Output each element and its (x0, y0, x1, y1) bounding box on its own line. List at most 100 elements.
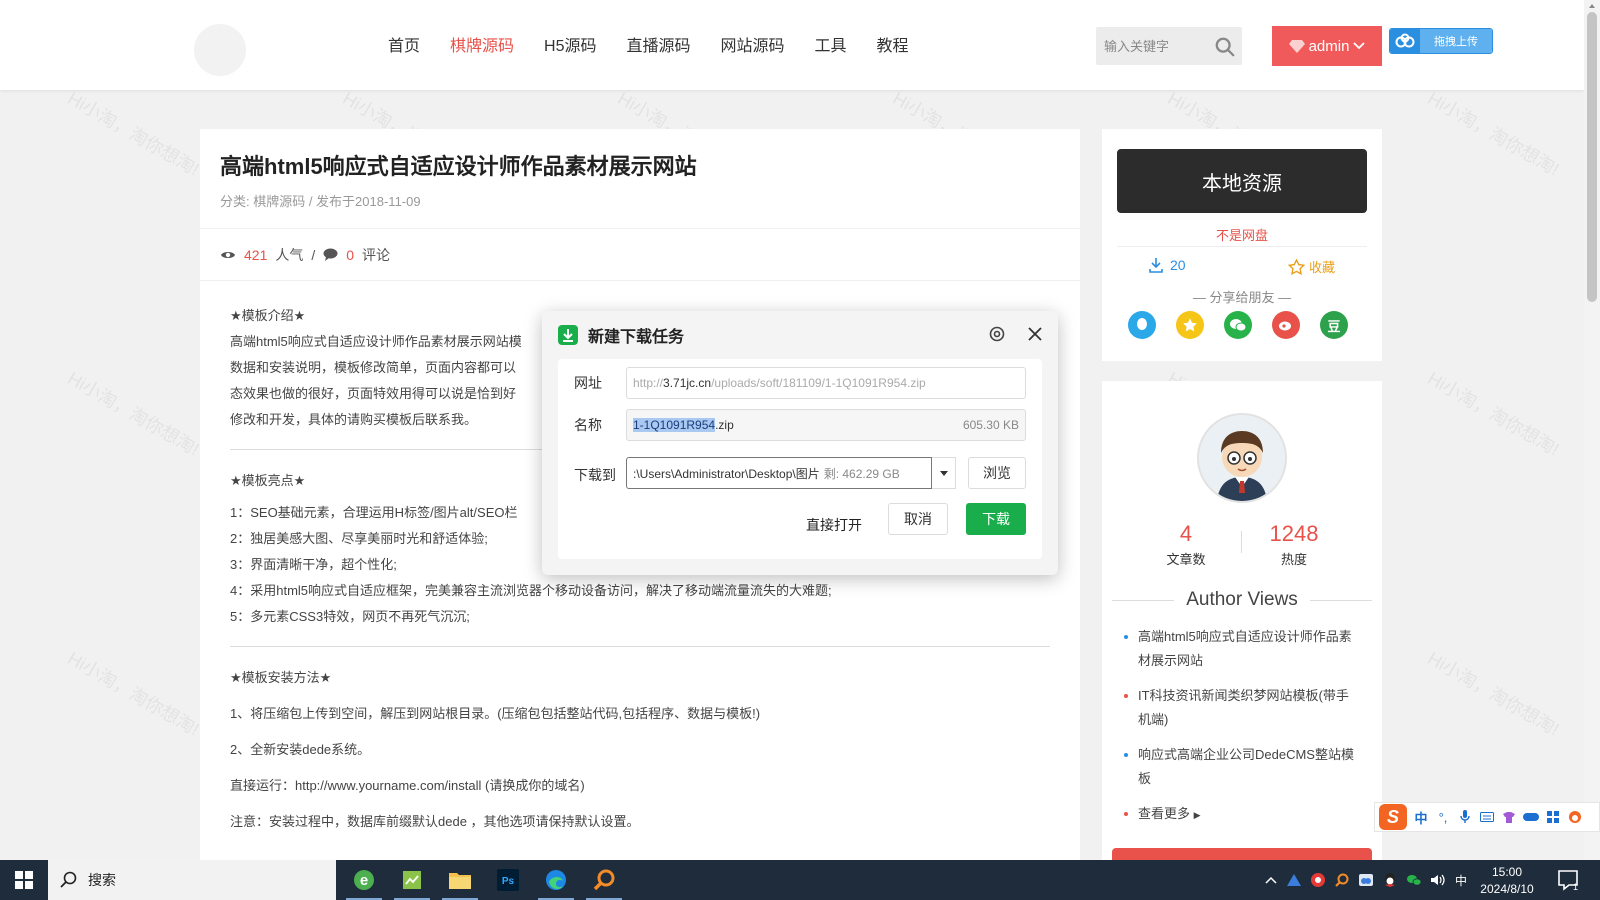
nav-item-live-source[interactable]: 直播源码 (627, 32, 691, 56)
photoshop-icon: Ps (497, 869, 519, 891)
divider (1117, 246, 1367, 247)
qq-share-icon[interactable] (1128, 311, 1156, 339)
download-icon (1149, 258, 1163, 273)
punctuation-icon[interactable]: °, (1435, 809, 1451, 825)
notification-center-icon[interactable]: 1 (1556, 868, 1580, 892)
list-item-label: 高端html5响应式自适应设计师作品素材展示网站 (1138, 629, 1352, 668)
tray-volume-icon[interactable] (1428, 860, 1448, 900)
magnifier-app-icon (593, 869, 615, 891)
save-path: :\Users\Administrator\Desktop\图片 (633, 466, 820, 481)
nav-item-home[interactable]: 首页 (388, 32, 420, 56)
taskbar-ie-browser[interactable]: e (340, 860, 388, 900)
local-resource-button[interactable]: 本地资源 (1117, 149, 1367, 213)
browse-button[interactable]: 浏览 (968, 457, 1026, 489)
scroll-up-arrow-icon[interactable] (1588, 2, 1596, 10)
bullet-dot (1124, 753, 1128, 757)
tray-security-icon[interactable] (1308, 860, 1328, 900)
views-count: 421 (244, 246, 268, 263)
taskbar-notepad[interactable] (388, 860, 436, 900)
author-heat-label: 热度 (1280, 552, 1307, 567)
nav-item-website-source[interactable]: 网站源码 (721, 32, 785, 56)
gamepad-icon[interactable] (1523, 809, 1539, 825)
author-heat-count: 1248 (1269, 521, 1319, 546)
wechat-share-icon[interactable] (1224, 311, 1252, 339)
url-label: 网址 (574, 375, 602, 391)
author-heat-stat: 1248 热度 (1254, 521, 1334, 568)
list-item[interactable]: IT科技资讯新闻类织梦网站模板(带手机端) (1120, 684, 1355, 732)
bullet-dot (1124, 694, 1128, 698)
ime-language-toggle[interactable]: 中 (1413, 809, 1429, 826)
filename-field[interactable]: 1-1Q1091R954 .zip 605.30 KB (626, 409, 1026, 441)
list-item-label: 响应式高端企业公司DedeCMS整站模板 (1138, 747, 1354, 786)
svg-text:1: 1 (1573, 882, 1578, 892)
user-menu-button[interactable]: admin (1272, 26, 1382, 66)
taskbar-file-explorer[interactable] (436, 860, 484, 900)
douban-share-icon[interactable]: 豆 (1320, 311, 1348, 339)
nav-item-h5-source[interactable]: H5源码 (544, 32, 596, 56)
author-views-title: Author Views (1186, 589, 1298, 610)
view-more-link[interactable]: 查看更多 ▶ (1120, 802, 1355, 827)
tray-wechat-icon[interactable] (1404, 860, 1424, 900)
save-path-field[interactable]: :\Users\Administrator\Desktop\图片 剩: 462.… (626, 457, 932, 489)
close-icon[interactable] (1026, 325, 1044, 343)
taskbar-search[interactable]: 搜索 (48, 860, 336, 900)
tray-cloud-icon[interactable] (1356, 860, 1376, 900)
tray-search-tool-icon[interactable] (1332, 860, 1352, 900)
taskbar-clock[interactable]: 15:00 2024/8/10 (1472, 864, 1542, 898)
grid-menu-icon[interactable] (1545, 809, 1561, 825)
scroll-thumb[interactable] (1587, 12, 1597, 302)
download-button[interactable]: 下载 (966, 503, 1026, 535)
list-item[interactable]: 高端html5响应式自适应设计师作品素材展示网站 (1120, 625, 1355, 673)
nav-item-chess-source[interactable]: 棋牌源码 (450, 32, 514, 56)
site-logo[interactable] (190, 20, 250, 80)
download-app-icon (558, 325, 578, 345)
caret-right-icon: ▶ (1193, 810, 1201, 820)
nav-item-tools[interactable]: 工具 (815, 32, 847, 56)
author-avatar[interactable] (1197, 413, 1287, 503)
folder-icon (449, 873, 471, 889)
free-space: 剩: 462.29 GB (823, 466, 900, 481)
download-count[interactable]: 20 (1148, 257, 1186, 273)
highlight-item: 5：多元素CSS3特效，网页不再死气沉沉; (230, 609, 470, 624)
search-input[interactable] (1096, 27, 1206, 65)
search-icon[interactable] (1214, 36, 1236, 58)
share-title: — 分享给朋友 — (1192, 290, 1292, 305)
start-button[interactable] (0, 860, 48, 900)
path-history-dropdown[interactable] (932, 457, 956, 489)
nav-item-tutorials[interactable]: 教程 (877, 32, 909, 56)
tray-expand-icon[interactable] (1262, 860, 1280, 900)
favorite-button[interactable]: 收藏 (1288, 257, 1335, 276)
sogou-ime-logo[interactable]: S (1379, 804, 1407, 830)
svg-text:Ps: Ps (502, 876, 515, 887)
tray-input-language[interactable]: 中 (1452, 860, 1470, 900)
qzone-share-icon[interactable] (1176, 311, 1204, 339)
url-field[interactable]: http://3.71jc.cn/uploads/soft/181109/1-1… (626, 367, 1026, 399)
open-directly-button[interactable]: 直接打开 (806, 515, 862, 535)
page-scrollbar[interactable] (1584, 0, 1600, 860)
dialog-form: 网址 http://3.71jc.cn/uploads/soft/181109/… (558, 359, 1042, 559)
author-views-heading: Author Views (1112, 589, 1373, 611)
drag-upload-button[interactable]: 拖拽上传 (1389, 28, 1493, 54)
emoji-icon[interactable] (1567, 809, 1583, 825)
tray-qq-icon[interactable] (1380, 860, 1400, 900)
cloud-icon (1390, 29, 1420, 53)
view-more-label: 查看更多 (1138, 806, 1191, 821)
cancel-button[interactable]: 取消 (888, 503, 948, 535)
tray-network-app-icon[interactable] (1284, 860, 1304, 900)
keyboard-icon[interactable] (1479, 809, 1495, 825)
watermark-text: Hi小淘，淘你想淘! (1424, 368, 1563, 460)
bullet-dot (1124, 812, 1128, 816)
comment-icon (323, 248, 338, 261)
list-item[interactable]: 响应式高端企业公司DedeCMS整站模板 (1120, 743, 1355, 791)
article-meta: 分类: 棋牌源码 / 发布于2018-11-09 (220, 194, 421, 209)
url-host: 3.71jc.cn (663, 376, 712, 390)
taskbar-search-tool[interactable] (580, 860, 628, 900)
weibo-share-icon[interactable] (1272, 311, 1300, 339)
skin-icon[interactable] (1501, 809, 1517, 825)
install-step: 1、将压缩包上传到空间，解压到网站根目录。(压缩包包括整站代码,包括程序、数据与… (230, 706, 761, 721)
taskbar-edge[interactable] (532, 860, 580, 900)
settings-icon[interactable] (988, 325, 1006, 343)
article-header: 高端html5响应式自适应设计师作品素材展示网站 分类: 棋牌源码 / 发布于2… (200, 129, 1080, 229)
microphone-icon[interactable] (1457, 809, 1473, 825)
taskbar-photoshop[interactable]: Ps (484, 860, 532, 900)
